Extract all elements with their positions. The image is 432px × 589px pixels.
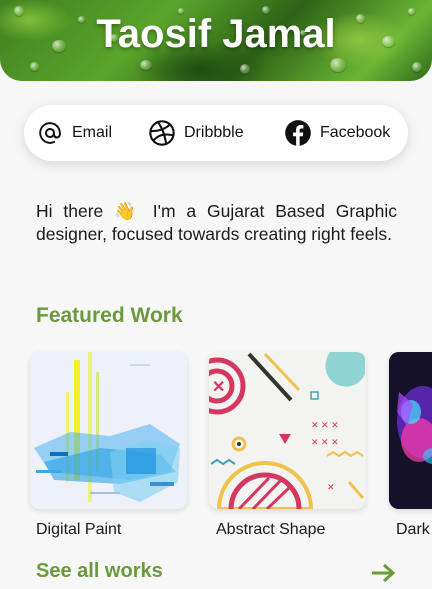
dribbble-link[interactable]: Dribbble [148, 105, 244, 161]
digital-paint-artwork [30, 352, 187, 509]
work-card-dark[interactable] [389, 352, 432, 509]
work-card-digital-paint[interactable] [30, 352, 187, 509]
svg-text:✕: ✕ [212, 379, 225, 396]
facebook-label: Facebook [320, 124, 391, 141]
abstract-shape-artwork: ✕ ✕ ✕ ✕ ✕ ✕ ✕ ✕ [209, 352, 366, 509]
dark-artwork [389, 352, 432, 509]
work-card-label-abstract-shape: Abstract Shape [216, 521, 326, 538]
dribbble-icon [148, 119, 176, 147]
bio-text: Hi there 👋 I'm a Gujarat Based Graphic d… [36, 201, 397, 244]
svg-text:✕ ✕ ✕: ✕ ✕ ✕ [311, 437, 339, 447]
svg-text:✕: ✕ [327, 482, 335, 492]
header-banner: Taosif Jamal [0, 0, 432, 81]
facebook-icon [284, 119, 312, 147]
arrow-right-icon[interactable] [370, 562, 396, 584]
svg-text:✕ ✕ ✕: ✕ ✕ ✕ [311, 420, 339, 430]
dribbble-label: Dribbble [184, 124, 244, 141]
at-icon [36, 119, 64, 147]
featured-work-heading: Featured Work [36, 304, 183, 327]
see-all-works-link[interactable]: See all works [36, 560, 163, 583]
email-label: Email [72, 124, 113, 141]
social-links-bar: Email Dribbble Facebook [24, 105, 408, 161]
email-link[interactable]: Email [36, 105, 112, 161]
facebook-link[interactable]: Facebook [284, 105, 390, 161]
work-card-label-digital-paint: Digital Paint [36, 521, 122, 538]
profile-name: Taosif Jamal [96, 12, 336, 56]
work-card-abstract-shape[interactable]: ✕ ✕ ✕ ✕ ✕ ✕ ✕ ✕ [209, 352, 366, 509]
work-card-label-dark: Dark [396, 521, 430, 538]
